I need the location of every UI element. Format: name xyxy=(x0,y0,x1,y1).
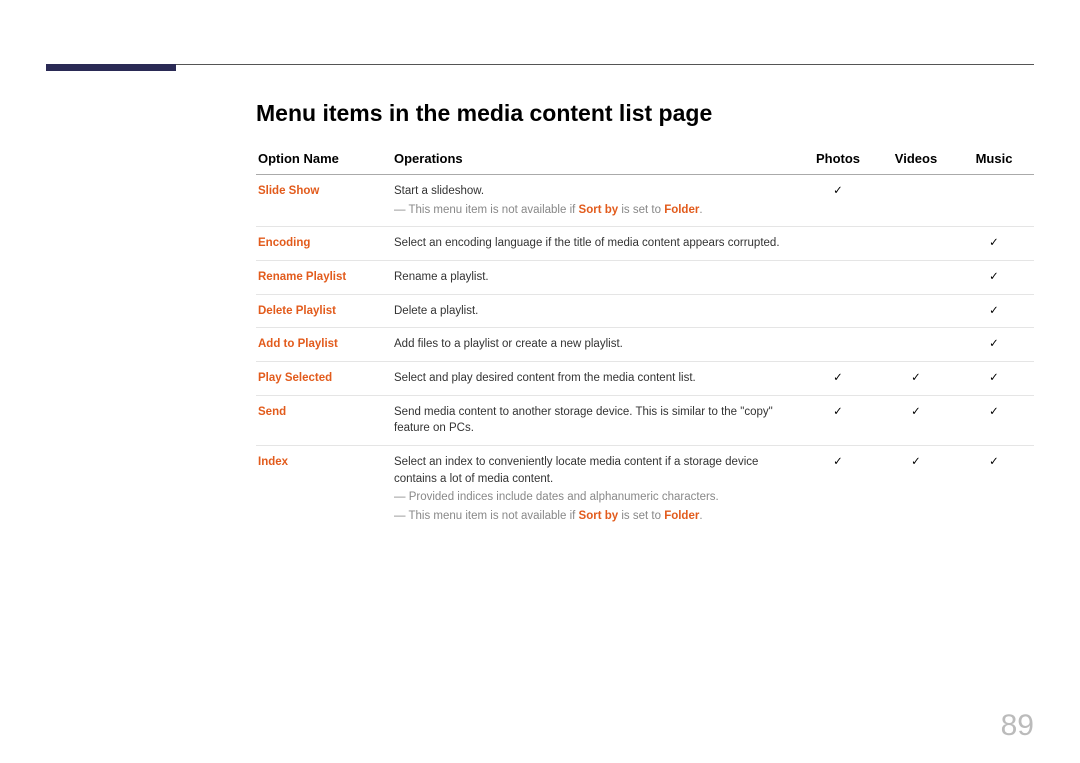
operation-desc: Select an index to conveniently locate m… xyxy=(392,446,800,533)
option-name: Encoding xyxy=(256,227,392,261)
operation-note: ― This menu item is not available if Sor… xyxy=(394,508,796,525)
options-table: Option Name Operations Photos Videos Mus… xyxy=(256,145,1034,533)
operation-desc: Select an encoding language if the title… xyxy=(392,227,800,261)
cell-music: ✓ xyxy=(956,328,1034,362)
accent-bar xyxy=(46,64,176,71)
col-photos: Photos xyxy=(800,145,878,175)
page-title: Menu items in the media content list pag… xyxy=(256,100,1034,127)
cell-photos: ✓ xyxy=(800,175,878,227)
note-text: is set to xyxy=(618,204,664,216)
cell-videos xyxy=(878,175,956,227)
operation-desc: Add files to a playlist or create a new … xyxy=(392,328,800,362)
table-header-row: Option Name Operations Photos Videos Mus… xyxy=(256,145,1034,175)
page-number: 89 xyxy=(1001,709,1034,743)
col-option-name: Option Name xyxy=(256,145,392,175)
cell-music: ✓ xyxy=(956,395,1034,445)
operation-desc: Start a slideshow. ― This menu item is no… xyxy=(392,175,800,227)
table-row: Play SelectedSelect and play desired con… xyxy=(256,362,1034,396)
check-icon: ✓ xyxy=(989,338,999,350)
top-rule xyxy=(46,64,1034,65)
check-icon: ✓ xyxy=(833,185,843,197)
cell-photos xyxy=(800,261,878,295)
operation-desc: Delete a playlist. xyxy=(392,294,800,328)
operation-text: Start a slideshow. xyxy=(394,185,484,197)
content-area: Menu items in the media content list pag… xyxy=(256,100,1034,533)
cell-music: ✓ xyxy=(956,227,1034,261)
note-text: . xyxy=(699,204,702,216)
operation-desc: Rename a playlist. xyxy=(392,261,800,295)
note-highlight: Folder xyxy=(664,510,699,522)
check-icon: ✓ xyxy=(989,456,999,468)
check-icon: ✓ xyxy=(833,406,843,418)
cell-photos xyxy=(800,227,878,261)
operation-text: Select an index to conveniently locate m… xyxy=(394,456,758,485)
note-text: This menu item is not available if xyxy=(409,204,579,216)
operation-desc: Send media content to another storage de… xyxy=(392,395,800,445)
operation-text: Select and play desired content from the… xyxy=(394,372,696,384)
operation-note: ― This menu item is not available if Sor… xyxy=(394,202,796,219)
cell-music: ✓ xyxy=(956,294,1034,328)
operation-text: Delete a playlist. xyxy=(394,305,478,317)
col-operations: Operations xyxy=(392,145,800,175)
cell-videos xyxy=(878,294,956,328)
check-icon: ✓ xyxy=(911,456,921,468)
note-text: This menu item is not available if xyxy=(409,510,579,522)
table-row: SendSend media content to another storag… xyxy=(256,395,1034,445)
note-dash: ― xyxy=(394,510,409,522)
option-name: Rename Playlist xyxy=(256,261,392,295)
note-highlight: Sort by xyxy=(579,510,619,522)
option-name: Slide Show xyxy=(256,175,392,227)
cell-photos xyxy=(800,294,878,328)
cell-videos: ✓ xyxy=(878,446,956,533)
note-highlight: Folder xyxy=(664,204,699,216)
operation-desc: Select and play desired content from the… xyxy=(392,362,800,396)
option-name: Play Selected xyxy=(256,362,392,396)
cell-videos xyxy=(878,261,956,295)
note-text: is set to xyxy=(618,510,664,522)
cell-photos: ✓ xyxy=(800,395,878,445)
table-row: Slide ShowStart a slideshow. ― This menu … xyxy=(256,175,1034,227)
operation-text: Rename a playlist. xyxy=(394,271,489,283)
operation-text: Send media content to another storage de… xyxy=(394,406,773,435)
cell-videos: ✓ xyxy=(878,362,956,396)
check-icon: ✓ xyxy=(833,456,843,468)
table-row: Add to PlaylistAdd files to a playlist o… xyxy=(256,328,1034,362)
option-name: Send xyxy=(256,395,392,445)
option-name: Delete Playlist xyxy=(256,294,392,328)
cell-photos: ✓ xyxy=(800,446,878,533)
note-text: . xyxy=(699,510,702,522)
check-icon: ✓ xyxy=(911,406,921,418)
check-icon: ✓ xyxy=(911,372,921,384)
check-icon: ✓ xyxy=(989,237,999,249)
cell-videos xyxy=(878,227,956,261)
check-icon: ✓ xyxy=(989,406,999,418)
note-dash: ― xyxy=(394,204,409,216)
check-icon: ✓ xyxy=(833,372,843,384)
col-videos: Videos xyxy=(878,145,956,175)
note-dash: ― xyxy=(394,491,409,503)
cell-music xyxy=(956,175,1034,227)
cell-photos xyxy=(800,328,878,362)
table-row: Rename PlaylistRename a playlist. ✓ xyxy=(256,261,1034,295)
cell-videos: ✓ xyxy=(878,395,956,445)
check-icon: ✓ xyxy=(989,372,999,384)
note-text: Provided indices include dates and alpha… xyxy=(409,491,719,503)
option-name: Add to Playlist xyxy=(256,328,392,362)
cell-music: ✓ xyxy=(956,261,1034,295)
cell-music: ✓ xyxy=(956,446,1034,533)
cell-photos: ✓ xyxy=(800,362,878,396)
check-icon: ✓ xyxy=(989,271,999,283)
table-row: EncodingSelect an encoding language if t… xyxy=(256,227,1034,261)
table-row: IndexSelect an index to conveniently loc… xyxy=(256,446,1034,533)
operation-note: ― Provided indices include dates and alp… xyxy=(394,489,796,506)
option-name: Index xyxy=(256,446,392,533)
col-music: Music xyxy=(956,145,1034,175)
table-row: Delete PlaylistDelete a playlist. ✓ xyxy=(256,294,1034,328)
operation-text: Select an encoding language if the title… xyxy=(394,237,780,249)
cell-videos xyxy=(878,328,956,362)
check-icon: ✓ xyxy=(989,305,999,317)
operation-text: Add files to a playlist or create a new … xyxy=(394,338,623,350)
cell-music: ✓ xyxy=(956,362,1034,396)
note-highlight: Sort by xyxy=(579,204,619,216)
